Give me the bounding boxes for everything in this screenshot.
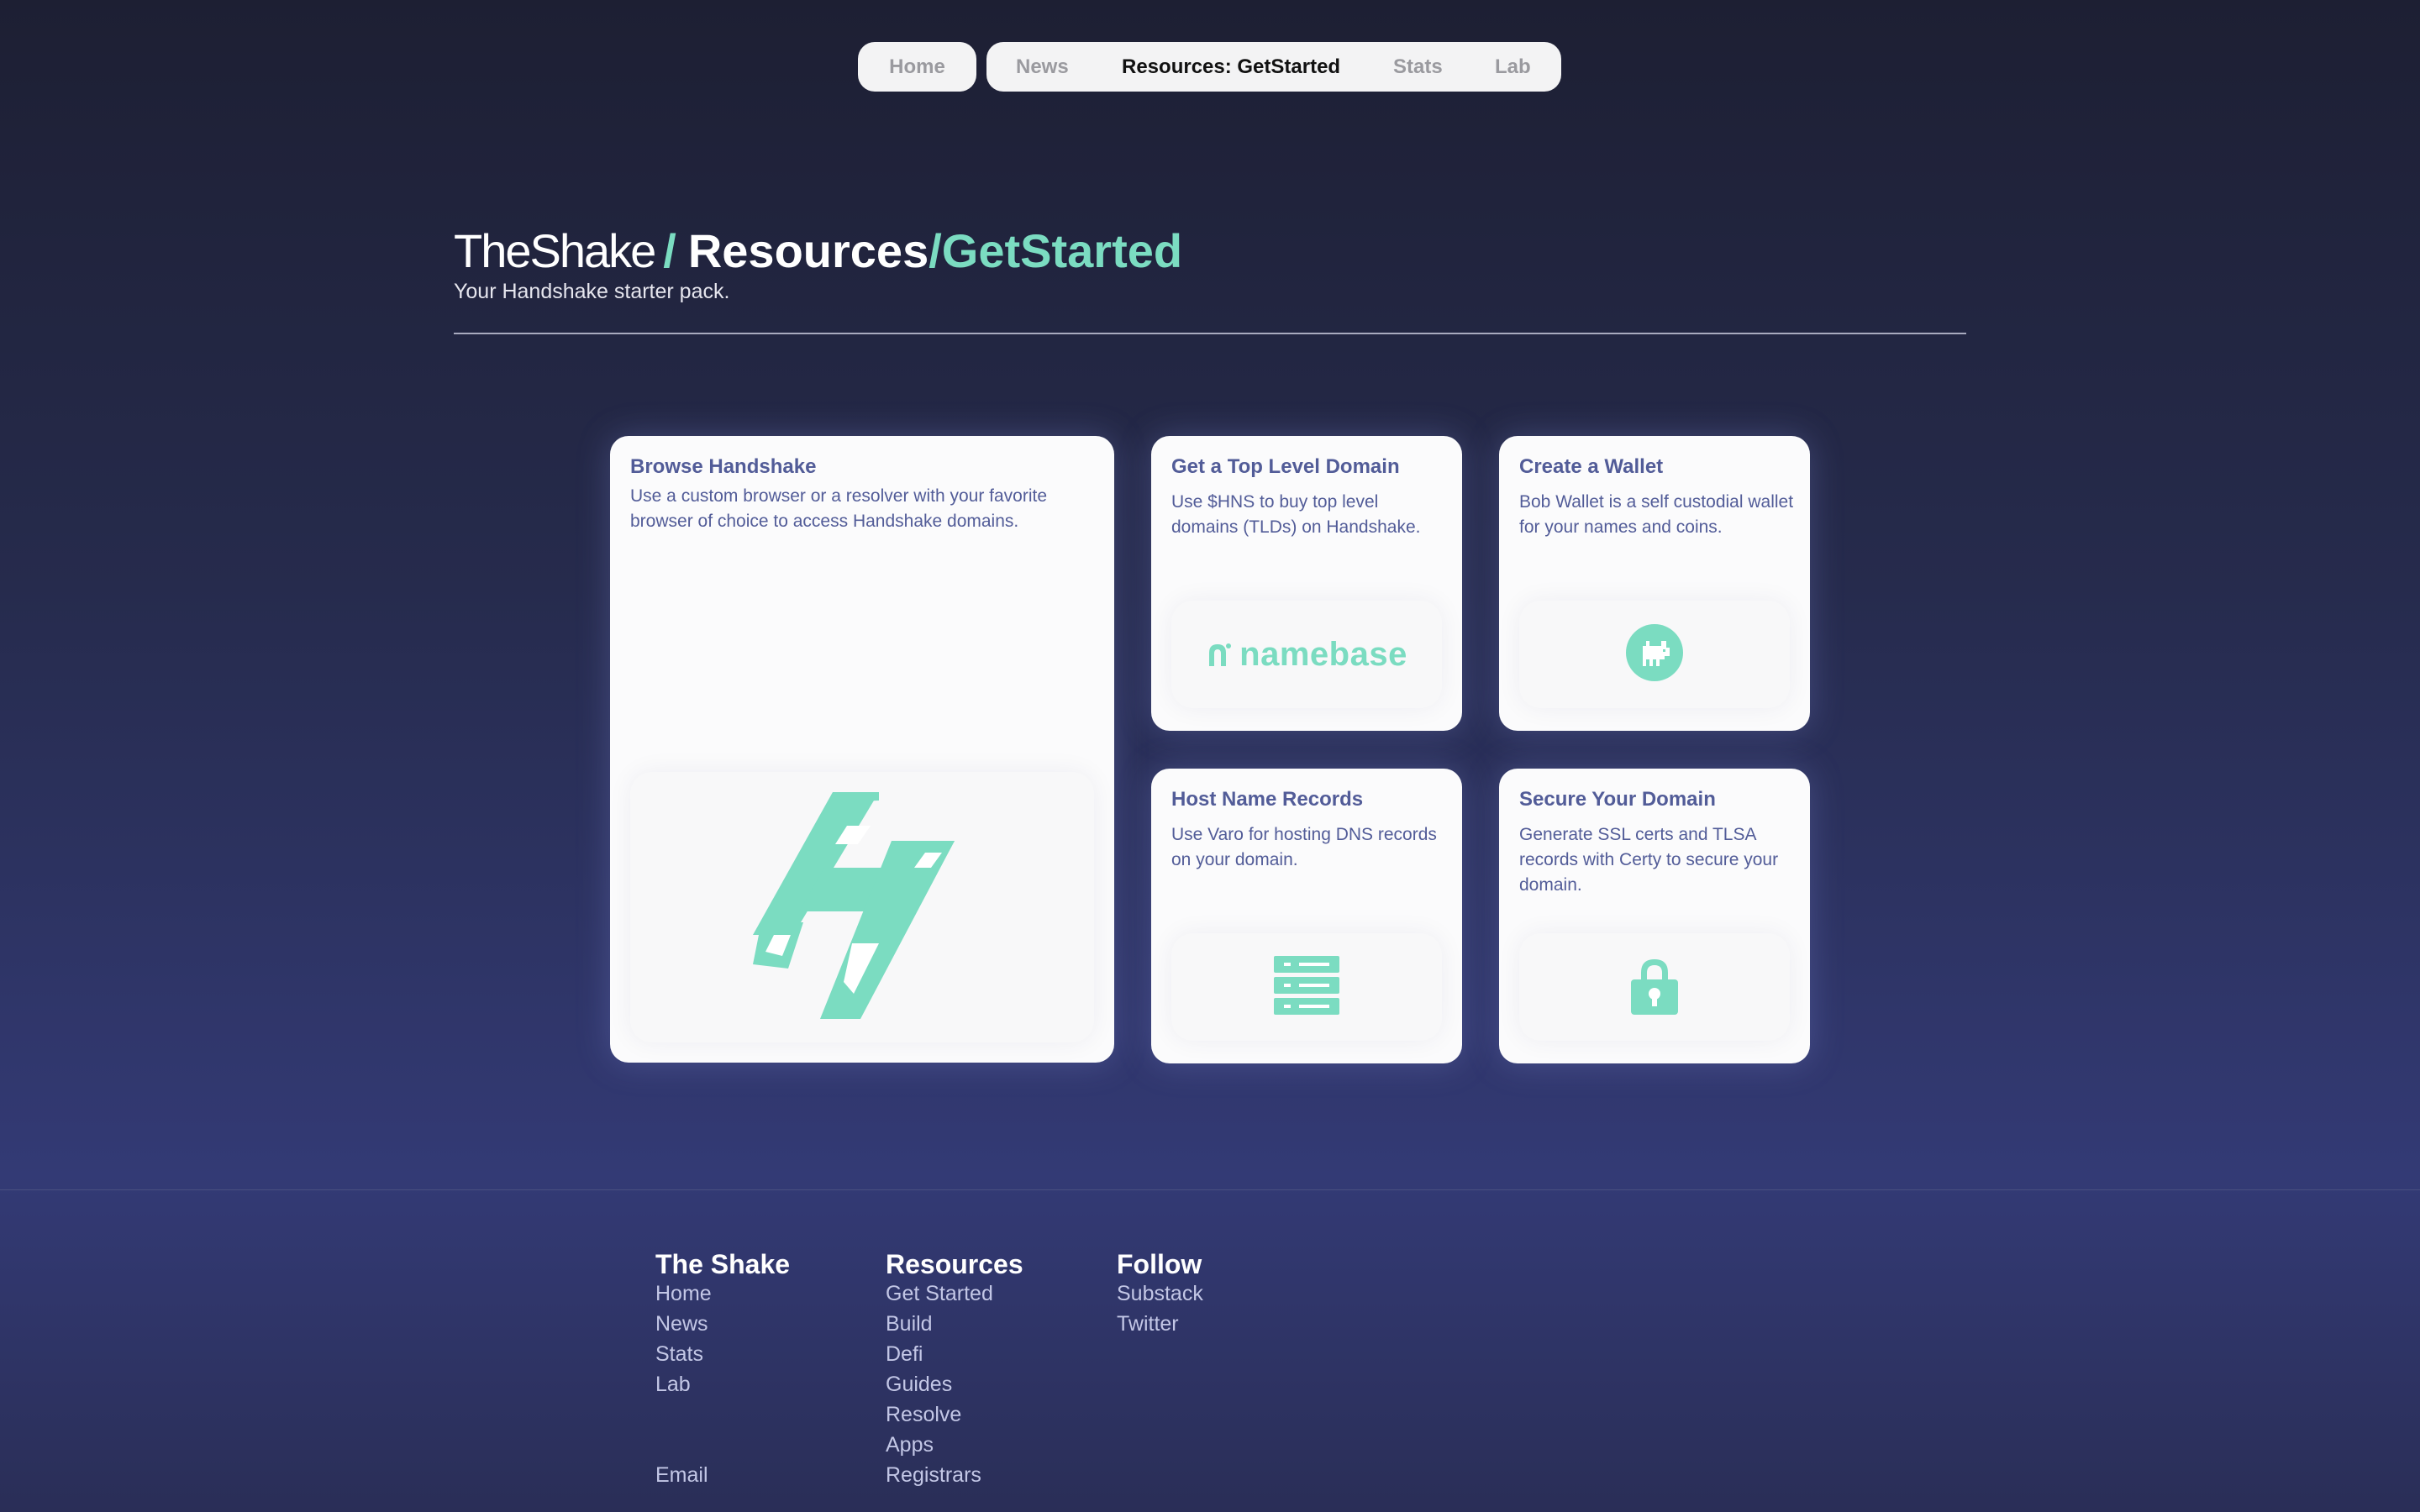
- footer-link-email[interactable]: Email: [655, 1460, 790, 1490]
- footer-link-defi[interactable]: Defi: [886, 1339, 1023, 1369]
- footer-column-theshake: The Shake Home News Stats Lab Email: [655, 1248, 790, 1490]
- card-title: Host Name Records: [1171, 788, 1364, 811]
- nav-lab[interactable]: Lab: [1495, 42, 1531, 92]
- footer-link-home[interactable]: Home: [655, 1278, 790, 1309]
- card-title: Browse Handshake: [630, 455, 817, 478]
- card-description: Generate SSL certs and TLSA records with…: [1519, 825, 1779, 895]
- footer-link-news[interactable]: News: [655, 1309, 790, 1339]
- heading-divider: [454, 333, 1966, 334]
- breadcrumb-getstarted: /GetStarted: [929, 224, 1183, 277]
- nav-stats[interactable]: Stats: [1393, 42, 1443, 92]
- nav-home-button[interactable]: Home: [858, 42, 976, 92]
- page-breadcrumb: TheShake / Resources/GetStarted: [454, 225, 1182, 277]
- card-host-name-records[interactable]: Host Name Records Use Varo for hosting D…: [1151, 769, 1462, 1063]
- card-browse-handshake[interactable]: Browse Handshake Use a custom browser or…: [610, 436, 1114, 1063]
- namebase-logo-icon: namebase: [1206, 636, 1407, 674]
- card-description: Use a custom browser or a resolver with …: [630, 486, 1048, 531]
- card-top-level-domain[interactable]: Get a Top Level Domain Use $HNS to buy t…: [1151, 436, 1462, 731]
- card-image-tile: namebase: [1171, 601, 1442, 708]
- footer-link-twitter[interactable]: Twitter: [1117, 1309, 1203, 1339]
- footer-heading: Follow: [1117, 1249, 1202, 1279]
- bob-wallet-icon: [1626, 623, 1683, 685]
- card-title: Secure Your Domain: [1519, 788, 1716, 811]
- footer-column-resources: Resources Get Started Build Defi Guides …: [886, 1248, 1023, 1490]
- handshake-logo-icon: [753, 791, 971, 1023]
- footer-link-get-started[interactable]: Get Started: [886, 1278, 1023, 1309]
- footer-link-build[interactable]: Build: [886, 1309, 1023, 1339]
- lock-icon: [1629, 956, 1680, 1019]
- breadcrumb-resources[interactable]: Resources: [688, 224, 929, 277]
- namebase-wordmark: namebase: [1239, 635, 1407, 673]
- footer-link-resolve[interactable]: Resolve: [886, 1399, 1023, 1430]
- card-title: Get a Top Level Domain: [1171, 455, 1400, 478]
- footer-heading: The Shake: [655, 1249, 791, 1279]
- card-image-tile: [1171, 933, 1442, 1041]
- nav-news[interactable]: News: [1016, 42, 1069, 92]
- card-description: Use $HNS to buy top level domains (TLDs)…: [1171, 492, 1421, 537]
- nav-bar: News Resources: GetStarted Stats Lab: [986, 42, 1561, 92]
- nav-resources-getstarted[interactable]: Resources: GetStarted: [1122, 42, 1340, 92]
- footer-link-guides[interactable]: Guides: [886, 1369, 1023, 1399]
- footer-divider: [0, 1189, 2420, 1190]
- footer-link-apps[interactable]: Apps: [886, 1430, 1023, 1460]
- server-icon: [1274, 955, 1339, 1019]
- card-image-tile: [1519, 933, 1790, 1041]
- footer-link-lab[interactable]: Lab: [655, 1369, 790, 1399]
- footer-link-stats[interactable]: Stats: [655, 1339, 790, 1369]
- card-description: Use Varo for hosting DNS records on your…: [1171, 825, 1437, 869]
- footer-link-substack[interactable]: Substack: [1117, 1278, 1203, 1309]
- card-title: Create a Wallet: [1519, 455, 1664, 478]
- breadcrumb-separator: /: [663, 224, 676, 277]
- footer-heading: Resources: [886, 1249, 1023, 1279]
- card-secure-domain[interactable]: Secure Your Domain Generate SSL certs an…: [1499, 769, 1810, 1063]
- site-logo-text[interactable]: TheShake: [454, 224, 656, 277]
- footer-link-registrars[interactable]: Registrars: [886, 1460, 1023, 1490]
- card-create-wallet[interactable]: Create a Wallet Bob Wallet is a self cus…: [1499, 436, 1810, 731]
- footer-column-follow: Follow Substack Twitter: [1117, 1248, 1203, 1339]
- card-image-tile: [1519, 601, 1790, 708]
- card-description: Bob Wallet is a self custodial wallet fo…: [1519, 492, 1794, 537]
- card-image-tile: [630, 772, 1094, 1042]
- page-subtitle: Your Handshake starter pack.: [454, 280, 730, 303]
